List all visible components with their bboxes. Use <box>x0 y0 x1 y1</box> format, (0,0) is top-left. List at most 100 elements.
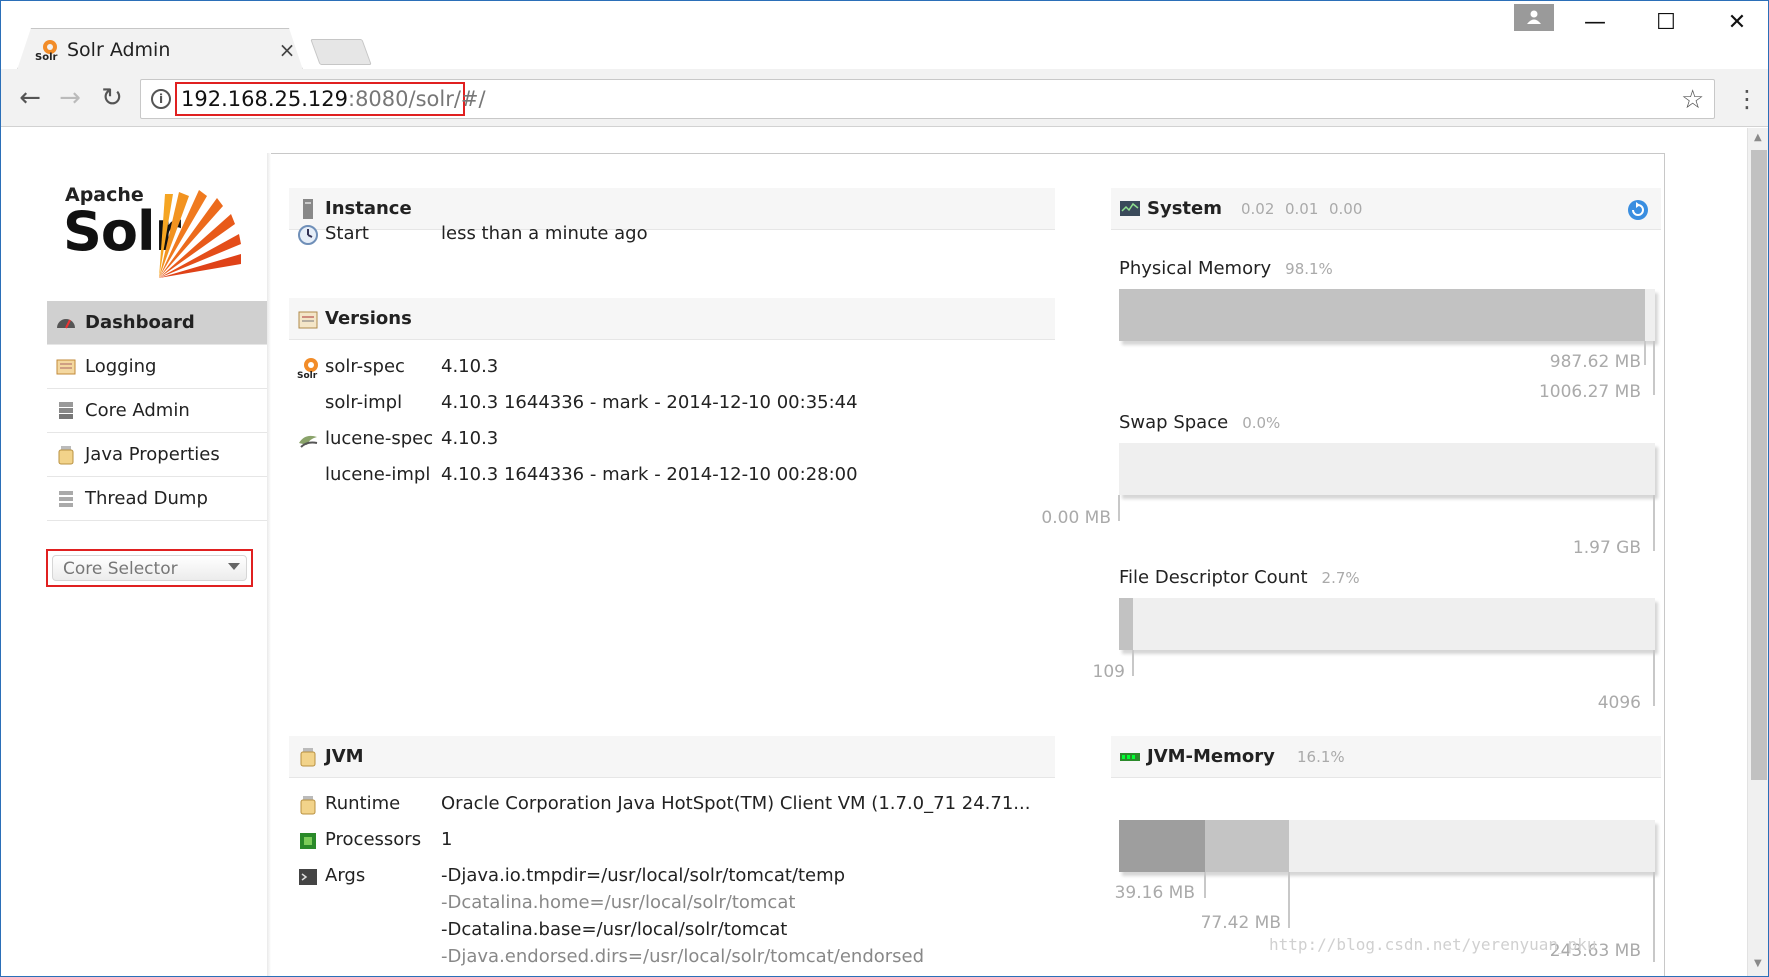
file-descriptor-used: 109 <box>1092 662 1125 682</box>
browser-window: Solr Solr Admin × — ☐ ✕ ← → ↻ i 192.168.… <box>0 0 1769 977</box>
physical-memory-pct: 98.1% <box>1285 260 1333 278</box>
system-title: System <box>1147 198 1222 219</box>
file-descriptor-pct: 2.7% <box>1321 569 1360 587</box>
vertical-scrollbar[interactable]: ▲ ▼ <box>1747 128 1768 976</box>
url-host: 192.168.25.129 <box>181 87 348 111</box>
version-row-lucene-impl: lucene-impl 4.10.3 1644336 - mark - 2014… <box>289 464 1055 488</box>
java-properties-icon <box>58 445 74 464</box>
jvm-memory-pct: 16.1% <box>1297 747 1345 766</box>
reload-icon[interactable]: ↻ <box>97 83 127 113</box>
file-descriptor-title: File Descriptor Count <box>1119 567 1308 588</box>
tab-close-icon[interactable]: × <box>277 38 297 62</box>
physical-memory-used: 987.62 MB <box>1549 352 1641 372</box>
version-key: solr-impl <box>325 392 403 413</box>
back-arrow-icon[interactable]: ← <box>15 83 45 113</box>
page-viewport: Apache Solr Dashboard Logging Core Admin… <box>1 128 1747 976</box>
url-text[interactable]: 192.168.25.129:8080/solr/#/ <box>181 87 486 111</box>
jvm-arg: -Djava.endorsed.dirs=/usr/local/solr/tom… <box>441 946 925 967</box>
sidebar-item-logging[interactable]: Logging <box>47 345 267 389</box>
logging-icon <box>56 359 76 374</box>
bookmark-star-icon[interactable]: ☆ <box>1681 85 1704 115</box>
solr-logo[interactable]: Apache Solr <box>63 184 243 280</box>
versions-title: Versions <box>325 308 412 329</box>
system-load-1: 0.02 <box>1241 199 1275 218</box>
clock-icon <box>298 225 318 245</box>
jvm-memory-bar <box>1119 820 1655 872</box>
swap-space-label: Swap Space 0.0% <box>1119 412 1280 433</box>
jvm-arg: -Dcatalina.home=/usr/local/solr/tomcat <box>441 892 796 913</box>
physical-memory-total: 1006.27 MB <box>1538 382 1641 402</box>
swap-space-total: 1.97 GB <box>1572 538 1641 558</box>
versions-header: Versions <box>289 298 1055 340</box>
system-load-5: 0.01 <box>1285 199 1319 218</box>
version-value: 4.10.3 1644336 - mark - 2014-12-10 00:35… <box>441 392 858 413</box>
physical-memory-total-tick <box>1653 341 1655 395</box>
file-descriptor-fill <box>1119 598 1133 650</box>
url-path: :8080/solr/#/ <box>348 87 486 111</box>
refresh-icon[interactable] <box>1627 199 1649 221</box>
physical-memory-used-tick <box>1644 341 1646 365</box>
solr-favicon-icon: Solr <box>35 40 58 62</box>
jvm-memory-committed-tick <box>1288 872 1290 928</box>
java-icon <box>300 748 316 767</box>
java-icon <box>300 796 316 815</box>
scroll-up-arrow-icon[interactable]: ▲ <box>1754 132 1762 143</box>
args-label: Args <box>325 865 366 886</box>
sidebar-item-label: Java Properties <box>85 444 220 465</box>
sidebar-item-thread-dump[interactable]: Thread Dump <box>47 477 267 521</box>
close-window-button[interactable]: ✕ <box>1717 9 1757 37</box>
swap-space-used: 0.00 MB <box>1041 508 1111 528</box>
solr-sunburst-icon <box>159 190 241 278</box>
jvm-memory-title: JVM-Memory <box>1147 746 1275 767</box>
file-descriptor-used-tick <box>1132 650 1134 676</box>
versions-icon <box>298 311 318 329</box>
sidebar-item-label: Core Admin <box>85 400 190 421</box>
forward-arrow-icon[interactable]: → <box>55 83 85 113</box>
file-descriptor-bar <box>1119 598 1655 650</box>
swap-space-used-tick <box>1118 495 1120 521</box>
dashboard-icon <box>57 318 75 328</box>
new-tab-button[interactable] <box>310 39 372 65</box>
swap-space-title: Swap Space <box>1119 412 1229 433</box>
sidebar-item-dashboard[interactable]: Dashboard <box>47 301 267 345</box>
maximize-button[interactable]: ☐ <box>1646 9 1686 37</box>
info-icon[interactable]: i <box>151 89 171 109</box>
scroll-down-arrow-icon[interactable]: ▼ <box>1754 958 1762 969</box>
jvm-memory-committed: 77.42 MB <box>1200 913 1281 933</box>
menu-dots-icon[interactable]: ⋮ <box>1735 85 1759 113</box>
sidebar-item-label: Thread Dump <box>85 488 208 509</box>
version-value: 4.10.3 1644336 - mark - 2014-12-10 00:28… <box>441 464 858 485</box>
version-row-solr-spec: Solr solr-spec 4.10.3 <box>289 356 1055 380</box>
core-selector-dropdown[interactable]: Core Selector <box>52 555 247 581</box>
system-load-15: 0.00 <box>1329 199 1363 218</box>
minimize-button[interactable]: — <box>1575 9 1615 37</box>
jvm-memory-header: JVM-Memory 16.1% <box>1111 736 1661 778</box>
jvm-title: JVM <box>325 746 364 767</box>
jvm-arg: -Djava.io.tmpdir=/usr/local/solr/tomcat/… <box>441 865 846 886</box>
core-selector-highlight: Core Selector <box>46 549 253 587</box>
profile-button[interactable] <box>1514 4 1554 31</box>
chevron-down-icon <box>228 563 240 570</box>
core-admin-icon <box>59 401 73 419</box>
terminal-icon <box>299 869 317 885</box>
sidebar-item-java-properties[interactable]: Java Properties <box>47 433 267 477</box>
lucene-icon <box>299 435 318 448</box>
processors-label: Processors <box>325 829 422 850</box>
sidebar-nav: Dashboard Logging Core Admin Java Proper… <box>47 301 267 521</box>
sidebar-item-label: Logging <box>85 356 157 377</box>
version-key: solr-spec <box>325 356 405 377</box>
svg-text:Solr: Solr <box>297 371 318 379</box>
sidebar-item-core-admin[interactable]: Core Admin <box>47 389 267 433</box>
person-icon <box>1527 10 1541 24</box>
version-value: 4.10.3 <box>441 428 499 449</box>
start-label: Start <box>325 223 369 244</box>
processor-icon <box>300 833 316 849</box>
swap-space-bar <box>1119 443 1655 495</box>
scrollbar-thumb[interactable] <box>1751 150 1767 780</box>
start-value: less than a minute ago <box>441 223 648 244</box>
jvm-runtime-row: Runtime Oracle Corporation Java HotSpot(… <box>289 793 1055 817</box>
version-row-lucene-spec: lucene-spec 4.10.3 <box>289 428 1055 452</box>
version-row-solr-impl: solr-impl 4.10.3 1644336 - mark - 2014-1… <box>289 392 1055 416</box>
svg-text:Solr: Solr <box>35 52 58 62</box>
processors-value: 1 <box>441 829 453 850</box>
